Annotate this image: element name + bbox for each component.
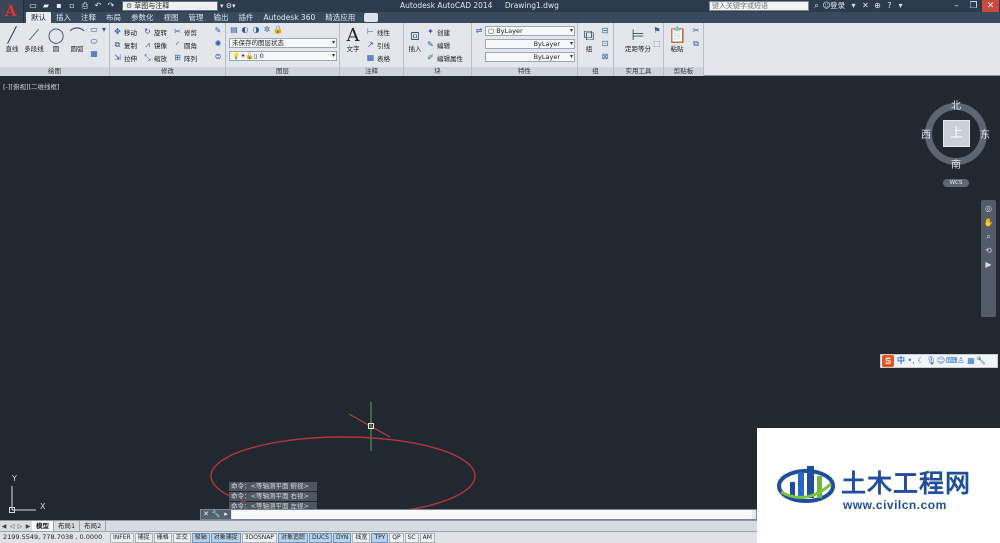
viewcube[interactable]: 上 北 南 东 西 — [918, 97, 994, 173]
punctuation-icon[interactable]: •, — [906, 355, 916, 367]
tab-layout1[interactable]: 布局1 — [54, 521, 81, 531]
ime-mode-toggle[interactable]: 中 — [896, 355, 906, 367]
command-input[interactable] — [232, 510, 752, 519]
steering-wheel-icon[interactable]: ◎ — [983, 203, 994, 214]
tab-layout2[interactable]: 布局2 — [80, 521, 107, 531]
mic-icon[interactable]: 🎙 — [926, 355, 936, 367]
viewcube-top-face[interactable]: 上 — [943, 120, 970, 147]
first-layout-icon[interactable]: ◀ — [0, 523, 8, 530]
status-toggle-对象捕捉[interactable]: 对象捕捉 — [210, 532, 241, 543]
tab-model[interactable]: 模型 — [32, 521, 54, 531]
status-toggle-tpy[interactable]: TPY — [371, 532, 389, 543]
wrench-icon[interactable]: 🔧 — [976, 355, 986, 367]
status-toggle-线宽[interactable]: 线宽 — [352, 532, 371, 543]
wrench-icon[interactable]: 🔧 — [211, 510, 221, 519]
status-toggle-sc[interactable]: SC — [404, 532, 419, 543]
status-toggle-ducs[interactable]: DUCS — [308, 532, 332, 543]
emoji-icon[interactable]: ☺ — [936, 355, 946, 367]
civilcn-logo-icon — [777, 466, 835, 503]
wcs-menu-button[interactable]: WCS — [943, 179, 969, 187]
status-toggle-正交[interactable]: 正交 — [172, 532, 191, 543]
grid-icon[interactable]: ▦ — [966, 355, 976, 367]
ime-toolbar: S 中 •, ☾ 🎙 ☺ ⌨ ♙ ▦ 🔧 — [880, 354, 998, 368]
ucs-y-label: Y — [12, 474, 17, 483]
command-history: 命令：<等轴测平面 俯视> 命令：<等轴测平面 右视> 命令：<等轴测平面 左视… — [229, 482, 317, 512]
ucs-x-label: X — [40, 502, 46, 511]
command-history-line: 命令：<等轴测平面 俯视> — [229, 482, 317, 491]
shirt-icon[interactable]: ♙ — [956, 355, 966, 367]
navigation-bar: ◎ ✋ ⌕ ⟲ ▶ — [981, 200, 996, 317]
pan-icon[interactable]: ✋ — [983, 217, 994, 228]
status-toggle-捕捉[interactable]: 捕捉 — [134, 532, 153, 543]
last-layout-icon[interactable]: ▶ — [24, 523, 32, 530]
command-history-line: 命令：<等轴测平面 右视> — [229, 492, 317, 501]
status-toggles: INFER 捕捉 栅格 正交 极轴 对象捕捉 3DOSNAP 对象追踪 DUCS DYN 线宽 TPY… — [110, 532, 436, 543]
watermark-name: 土木工程网 — [841, 469, 972, 498]
compass-west[interactable]: 西 — [921, 126, 931, 141]
status-toggle-对象追踪[interactable]: 对象追踪 — [277, 532, 308, 543]
compass-south[interactable]: 南 — [951, 156, 961, 171]
showmotion-icon[interactable]: ▶ — [983, 259, 994, 270]
status-toggle-栅格[interactable]: 栅格 — [153, 532, 172, 543]
watermark-url: www.civilcn.com — [843, 498, 947, 512]
status-toggle-am[interactable]: AM — [419, 532, 435, 543]
coordinates-readout[interactable]: 2199.5549, 778.7038 , 0.0000 — [0, 532, 110, 543]
command-line: ✕ 🔧 ▸ — [200, 509, 757, 520]
watermark: 土木工程网 www.civilcn.com — [757, 428, 1000, 543]
status-toggle-qp[interactable]: QP — [389, 532, 404, 543]
compass-north[interactable]: 北 — [951, 97, 961, 112]
close-icon[interactable]: ✕ — [201, 510, 211, 519]
crosshair-x-axis — [348, 413, 391, 438]
status-toggle-dyn[interactable]: DYN — [332, 532, 352, 543]
status-toggle-infer[interactable]: INFER — [110, 532, 134, 543]
keyboard-icon[interactable]: ⌨ — [946, 355, 958, 367]
next-layout-icon[interactable]: ▷ — [16, 523, 24, 530]
layout-tab-bar: ◀ ◁ ▷ ▶ 模型 布局1 布局2 — [0, 520, 757, 531]
orbit-icon[interactable]: ⟲ — [983, 245, 994, 256]
status-toggle-极轴[interactable]: 极轴 — [191, 532, 210, 543]
zoom-icon[interactable]: ⌕ — [983, 231, 994, 242]
prompt-icon[interactable]: ▸ — [221, 510, 231, 519]
prev-layout-icon[interactable]: ◁ — [8, 523, 16, 530]
sogou-logo-icon[interactable]: S — [882, 355, 894, 367]
status-toggle-3dosnap[interactable]: 3DOSNAP — [241, 532, 277, 543]
ucs-icon — [9, 486, 36, 513]
moon-icon[interactable]: ☾ — [916, 355, 926, 367]
compass-east[interactable]: 东 — [980, 126, 990, 141]
command-line-tools: ✕ 🔧 ▸ — [201, 510, 231, 519]
